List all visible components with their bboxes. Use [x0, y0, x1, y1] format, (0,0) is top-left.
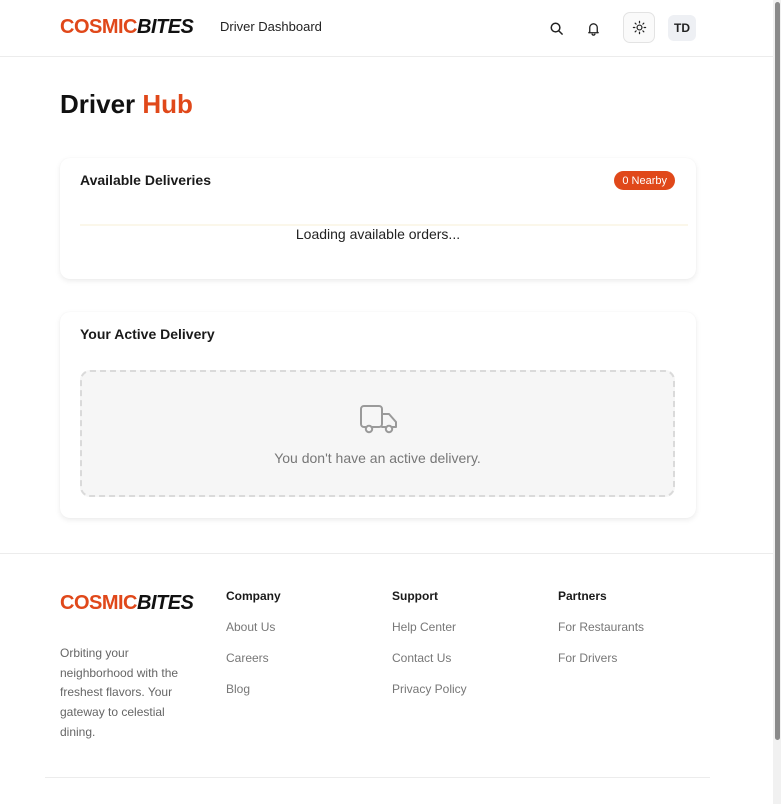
user-avatar[interactable]: TD [668, 15, 696, 41]
footer-column-partners: Partners For Restaurants For Drivers [558, 589, 644, 682]
footer-link-for-restaurants[interactable]: For Restaurants [558, 620, 644, 635]
footer-divider [45, 777, 710, 778]
footer-tagline: Orbiting your neighborhood with the fres… [60, 646, 179, 739]
page-title-accent: Hub [142, 89, 193, 119]
logo-text-cosmic: COSMIC [60, 16, 138, 38]
nav-title[interactable]: Driver Dashboard [220, 19, 322, 34]
logo[interactable]: COSMICBITES [60, 16, 194, 39]
theme-toggle-button[interactable] [623, 12, 655, 43]
search-icon [550, 22, 563, 35]
footer-column-title: Partners [558, 589, 607, 603]
empty-state-text: You don't have an active delivery. [274, 450, 481, 466]
nearby-count-badge: 0 Nearby [614, 171, 675, 190]
page-title: Driver Hub [60, 89, 193, 120]
footer-link-privacy-policy[interactable]: Privacy Policy [392, 682, 467, 697]
footer-link-contact-us[interactable]: Contact Us [392, 651, 467, 666]
notifications-button[interactable] [578, 14, 608, 42]
logo-text-bites: BITES [137, 16, 194, 38]
empty-state-box: You don't have an active delivery. [80, 370, 675, 497]
footer-logo-text-bites: BITES [137, 592, 194, 614]
active-delivery-title: Your Active Delivery [80, 326, 215, 342]
bell-icon [587, 22, 599, 36]
search-button[interactable] [541, 14, 571, 42]
scrollbar-thumb[interactable] [775, 2, 780, 740]
active-delivery-card: Your Active Delivery You don't have an a… [60, 312, 696, 518]
footer-column-company: Company About Us Careers Blog [226, 589, 281, 713]
footer-link-about-us[interactable]: About Us [226, 620, 281, 635]
available-deliveries-title: Available Deliveries [80, 172, 212, 188]
page: COSMICBITES Driver Dashboard TD Driver H [0, 0, 773, 804]
footer-link-help-center[interactable]: Help Center [392, 620, 467, 635]
top-header: COSMICBITES Driver Dashboard TD [0, 0, 773, 57]
footer-logo-text-cosmic: COSMIC [60, 592, 138, 614]
footer-link-careers[interactable]: Careers [226, 651, 281, 666]
available-deliveries-card: Available Deliveries 0 Nearby Loading av… [60, 158, 696, 279]
footer-logo[interactable]: COSMICBITES [60, 592, 194, 615]
footer-column-title: Company [226, 589, 281, 603]
loading-message: Loading available orders... [295, 226, 461, 242]
footer-link-for-drivers[interactable]: For Drivers [558, 651, 644, 666]
page-title-main: Driver [60, 89, 143, 119]
site-footer: COSMICBITES Orbiting your neighborhood w… [0, 553, 773, 804]
footer-column-support: Support Help Center Contact Us Privacy P… [392, 589, 467, 713]
truck-icon [360, 405, 397, 434]
footer-column-title: Support [392, 589, 438, 603]
footer-link-blog[interactable]: Blog [226, 682, 281, 697]
sun-icon [632, 20, 646, 35]
